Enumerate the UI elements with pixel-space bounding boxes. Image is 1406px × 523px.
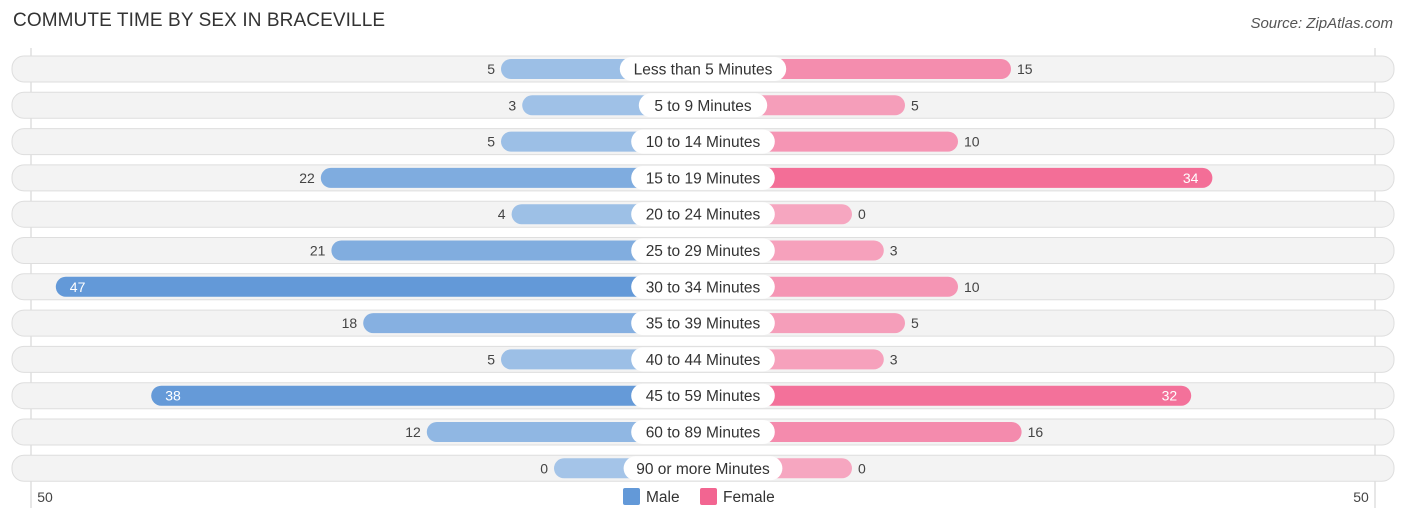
- category-label: Less than 5 Minutes: [634, 62, 773, 79]
- category-label: 30 to 34 Minutes: [646, 279, 761, 296]
- male-bar[interactable]: [55, 276, 704, 297]
- male-value-label: 5: [487, 61, 495, 77]
- female-value-label: 0: [858, 206, 866, 222]
- female-value-label: 32: [1162, 388, 1178, 404]
- male-value-label: 4: [498, 206, 506, 222]
- axis-label-left: 50: [37, 489, 53, 505]
- female-value-label: 10: [964, 279, 980, 295]
- legend-female-label: Female: [723, 489, 775, 506]
- male-value-label: 5: [487, 134, 495, 150]
- male-value-label: 22: [299, 170, 315, 186]
- female-value-label: 34: [1183, 170, 1199, 186]
- female-value-label: 16: [1028, 424, 1044, 440]
- legend-male-swatch: [623, 488, 640, 505]
- category-label: 35 to 39 Minutes: [646, 316, 761, 333]
- category-label: 45 to 59 Minutes: [646, 388, 761, 405]
- category-label: 90 or more Minutes: [636, 461, 770, 478]
- male-value-label: 38: [165, 388, 181, 404]
- female-value-label: 5: [911, 97, 919, 113]
- male-value-label: 0: [540, 460, 548, 476]
- male-value-label: 47: [70, 279, 86, 295]
- commute-chart: Less than 5 Minutes 5 15 5 to 9 Minutes 3 5 10…: [11, 48, 1395, 508]
- female-value-label: 5: [911, 315, 919, 331]
- category-label: 5 to 9 Minutes: [654, 98, 752, 115]
- legend-female-swatch: [700, 488, 717, 505]
- male-bar[interactable]: [151, 385, 703, 406]
- male-value-label: 3: [508, 97, 516, 113]
- category-label: 10 to 14 Minutes: [646, 134, 761, 151]
- category-label: 15 to 19 Minutes: [646, 170, 761, 187]
- legend-male-label: Male: [646, 489, 680, 506]
- category-label: 25 to 29 Minutes: [646, 243, 761, 260]
- axis-label-right: 50: [1353, 489, 1369, 505]
- male-value-label: 21: [310, 243, 326, 259]
- category-label: 20 to 24 Minutes: [646, 207, 761, 224]
- category-label: 60 to 89 Minutes: [646, 425, 761, 442]
- female-value-label: 0: [858, 460, 866, 476]
- male-value-label: 5: [487, 351, 495, 367]
- female-value-label: 15: [1017, 61, 1033, 77]
- female-value-label: 3: [890, 351, 898, 367]
- category-label: 40 to 44 Minutes: [646, 352, 761, 369]
- female-bar[interactable]: [703, 385, 1192, 406]
- male-value-label: 18: [342, 315, 358, 331]
- female-value-label: 3: [890, 243, 898, 259]
- female-value-label: 10: [964, 134, 980, 150]
- male-value-label: 12: [405, 424, 421, 440]
- female-bar[interactable]: [703, 167, 1213, 188]
